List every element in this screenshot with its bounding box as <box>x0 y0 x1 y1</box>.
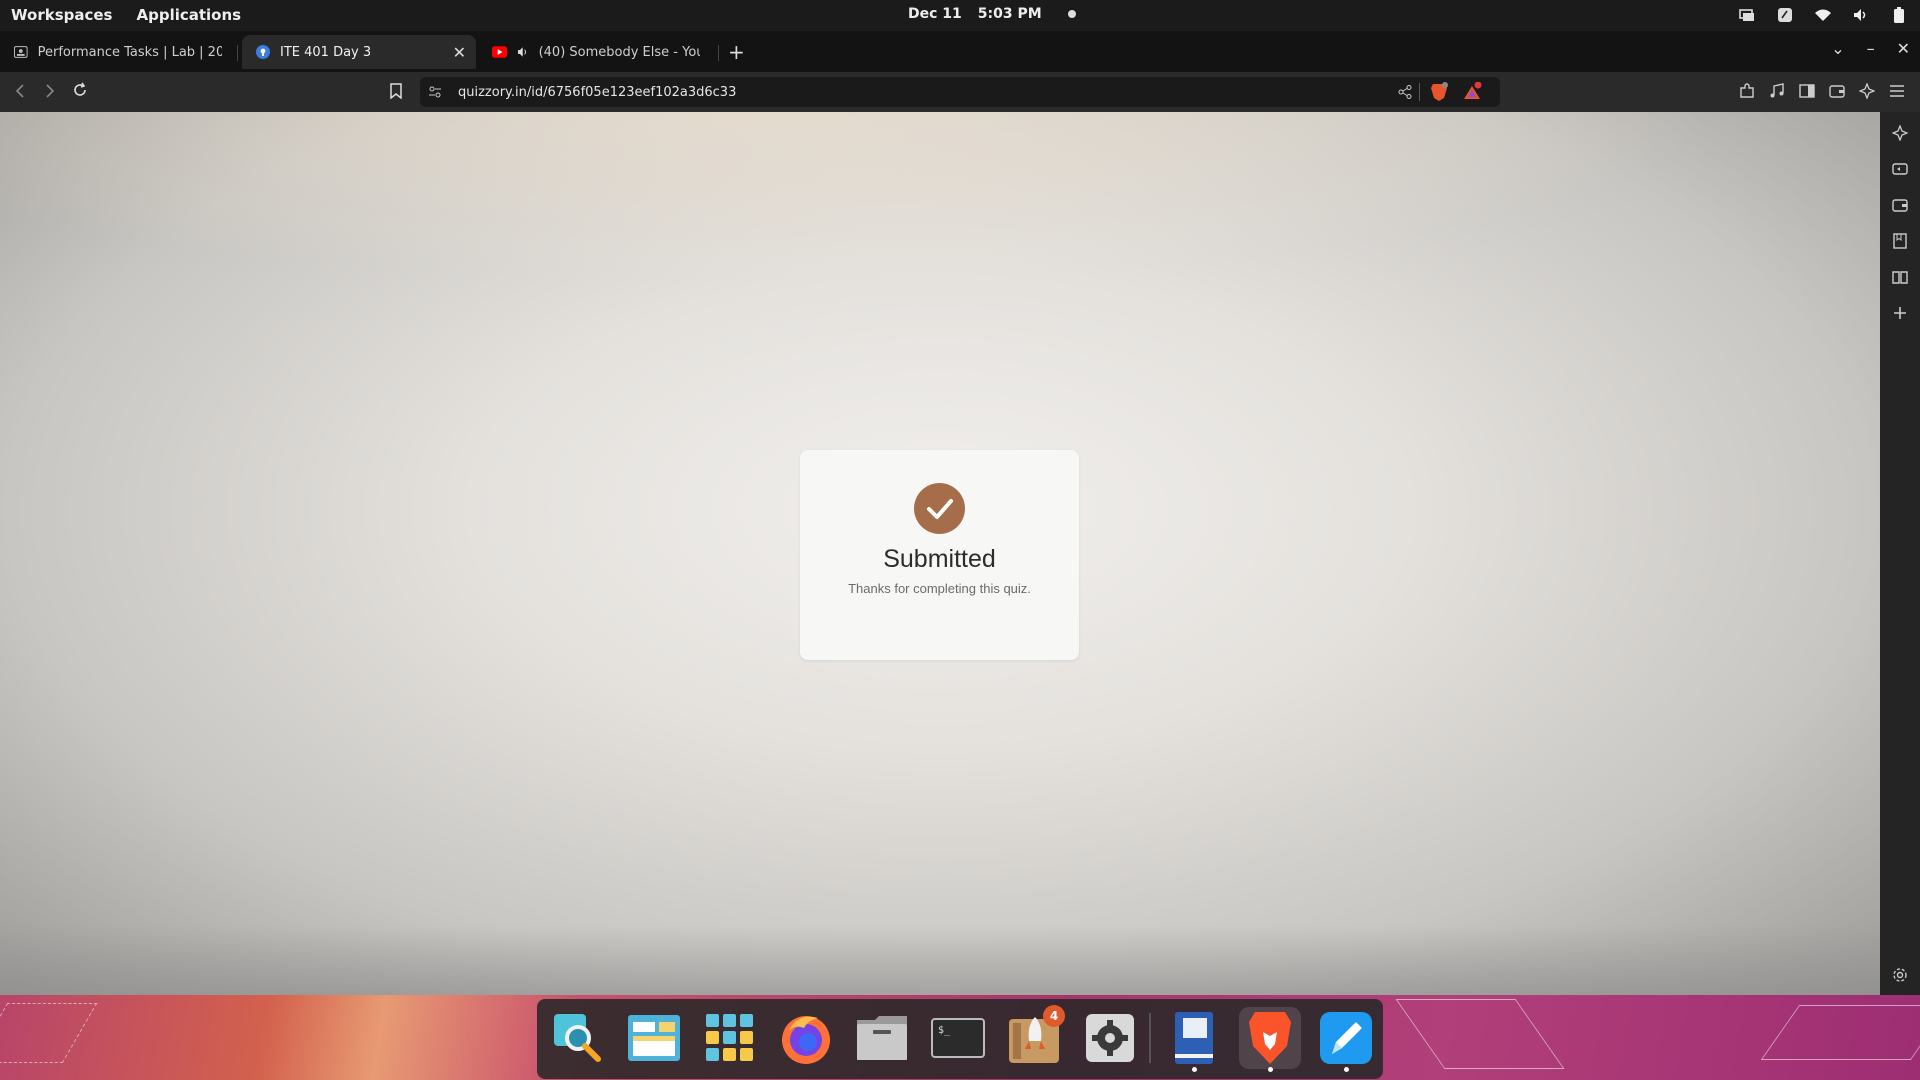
brave-rewards-icon[interactable] <box>1462 81 1482 106</box>
tab-performance-tasks[interactable]: Performance Tasks | Lab | 20 Po <box>0 35 236 69</box>
reading-list-icon[interactable] <box>1890 267 1910 287</box>
terminal-icon[interactable]: $_ <box>927 1007 989 1069</box>
checkmark-icon <box>914 483 965 534</box>
address-bar[interactable]: quizzory.in/id/6756f05e123eef102a3d6c33 <box>420 77 1500 107</box>
tab-separator <box>718 45 719 61</box>
brave-shields-icon[interactable] <box>1430 82 1448 106</box>
volume-icon[interactable] <box>1852 6 1870 24</box>
search-app-icon[interactable] <box>547 1007 609 1069</box>
sidebar-toggle-icon[interactable] <box>1797 81 1817 101</box>
add-sidebar-item-icon[interactable] <box>1890 303 1910 323</box>
tab-separator <box>237 45 238 61</box>
notes-app-icon[interactable] <box>1163 1007 1225 1072</box>
running-indicator <box>1344 1067 1349 1072</box>
close-window-icon[interactable]: ✕ <box>1897 39 1910 58</box>
app-grid-icon[interactable] <box>699 1007 761 1069</box>
browser-sidebar <box>1880 112 1920 995</box>
sidebar-settings-icon[interactable] <box>1890 965 1910 985</box>
browser-tab-strip: Performance Tasks | Lab | 20 Po ITE 401 … <box>0 31 1920 72</box>
classroom-icon <box>14 46 28 58</box>
wallpaper-shape <box>1395 999 1565 1069</box>
minimize-icon[interactable]: – <box>1867 39 1875 58</box>
dock-separator <box>1149 1013 1151 1063</box>
system-top-bar: Workspaces Applications Dec 11 5:03 PM <box>0 0 1920 31</box>
notification-dot <box>1067 10 1076 18</box>
share-icon[interactable] <box>1398 84 1412 103</box>
running-indicator <box>1268 1067 1273 1072</box>
page-content: Submitted Thanks for completing this qui… <box>0 112 1880 995</box>
wallet-icon[interactable] <box>1827 81 1847 101</box>
applications-menu[interactable]: Applications <box>136 6 241 24</box>
workspaces-menu[interactable]: Workspaces <box>11 6 112 24</box>
arrow-right-icon <box>46 84 55 98</box>
clock[interactable]: Dec 11 5:03 PM <box>908 6 1076 22</box>
firefox-icon[interactable] <box>775 1007 837 1069</box>
media-control-icon[interactable] <box>1767 81 1787 101</box>
forward-button[interactable] <box>44 82 56 103</box>
clock-time: 5:03 PM <box>977 6 1042 22</box>
tab-youtube[interactable]: (40) Somebody Else - YouTub <box>478 35 714 69</box>
pen-tool-icon[interactable] <box>1776 6 1794 24</box>
svg-text:$_: $_ <box>938 1025 951 1036</box>
site-settings-icon[interactable] <box>428 84 442 103</box>
url-text[interactable]: quizzory.in/id/6756f05e123eef102a3d6c33 <box>458 85 736 100</box>
close-tab-icon[interactable]: ✕ <box>453 43 466 62</box>
browser-toolbar: quizzory.in/id/6756f05e123eef102a3d6c33 <box>0 72 1920 112</box>
brave-icon[interactable] <box>1239 1007 1301 1072</box>
screen-share-icon[interactable] <box>1738 6 1756 24</box>
thanks-message: Thanks for completing this quiz. <box>848 581 1031 596</box>
arrow-left-icon <box>15 84 24 98</box>
leo-sidebar-icon[interactable] <box>1890 123 1910 143</box>
settings-icon[interactable] <box>1079 1007 1141 1069</box>
tab-title: (40) Somebody Else - YouTub <box>538 44 700 60</box>
window-manager-icon[interactable] <box>623 1007 685 1069</box>
new-tab-button[interactable]: + <box>728 40 745 64</box>
editor-icon[interactable] <box>1315 1007 1377 1072</box>
brave-talk-icon[interactable] <box>1890 159 1910 179</box>
launcher-badge: 4 <box>1043 1005 1065 1027</box>
leo-ai-icon[interactable] <box>1857 81 1877 101</box>
wifi-icon[interactable] <box>1814 6 1832 24</box>
clock-date: Dec 11 <box>908 6 962 22</box>
wallpaper-shape <box>0 1003 98 1063</box>
running-indicator <box>1192 1067 1197 1072</box>
tab-title: ITE 401 Day 3 <box>280 44 372 60</box>
submitted-heading: Submitted <box>883 545 996 573</box>
dock: $_ 4 <box>537 999 1383 1079</box>
wallpaper-shape <box>1760 1005 1920 1060</box>
bookmarks-sidebar-icon[interactable] <box>1890 231 1910 251</box>
audio-playing-icon[interactable] <box>517 46 528 58</box>
quizizz-icon <box>256 45 270 59</box>
launcher-icon[interactable]: 4 <box>1003 1005 1065 1069</box>
tab-title: Performance Tasks | Lab | 20 Po <box>37 44 222 60</box>
tab-ite-401-day-3[interactable]: ITE 401 Day 3 ✕ <box>242 35 476 69</box>
reload-icon <box>74 82 86 96</box>
back-button[interactable] <box>14 82 26 103</box>
sidebar-wallet-icon[interactable] <box>1890 195 1910 215</box>
files-icon[interactable] <box>851 1007 913 1069</box>
reload-button[interactable] <box>72 82 88 103</box>
url-separator <box>1419 83 1420 101</box>
tab-list-chevron-icon[interactable]: ⌄ <box>1831 39 1844 58</box>
youtube-icon <box>492 46 508 58</box>
extensions-icon[interactable] <box>1737 81 1757 101</box>
bookmark-icon[interactable] <box>386 81 406 101</box>
battery-icon[interactable] <box>1890 6 1908 24</box>
submission-card: Submitted Thanks for completing this qui… <box>800 450 1079 660</box>
menu-icon[interactable] <box>1887 81 1907 101</box>
